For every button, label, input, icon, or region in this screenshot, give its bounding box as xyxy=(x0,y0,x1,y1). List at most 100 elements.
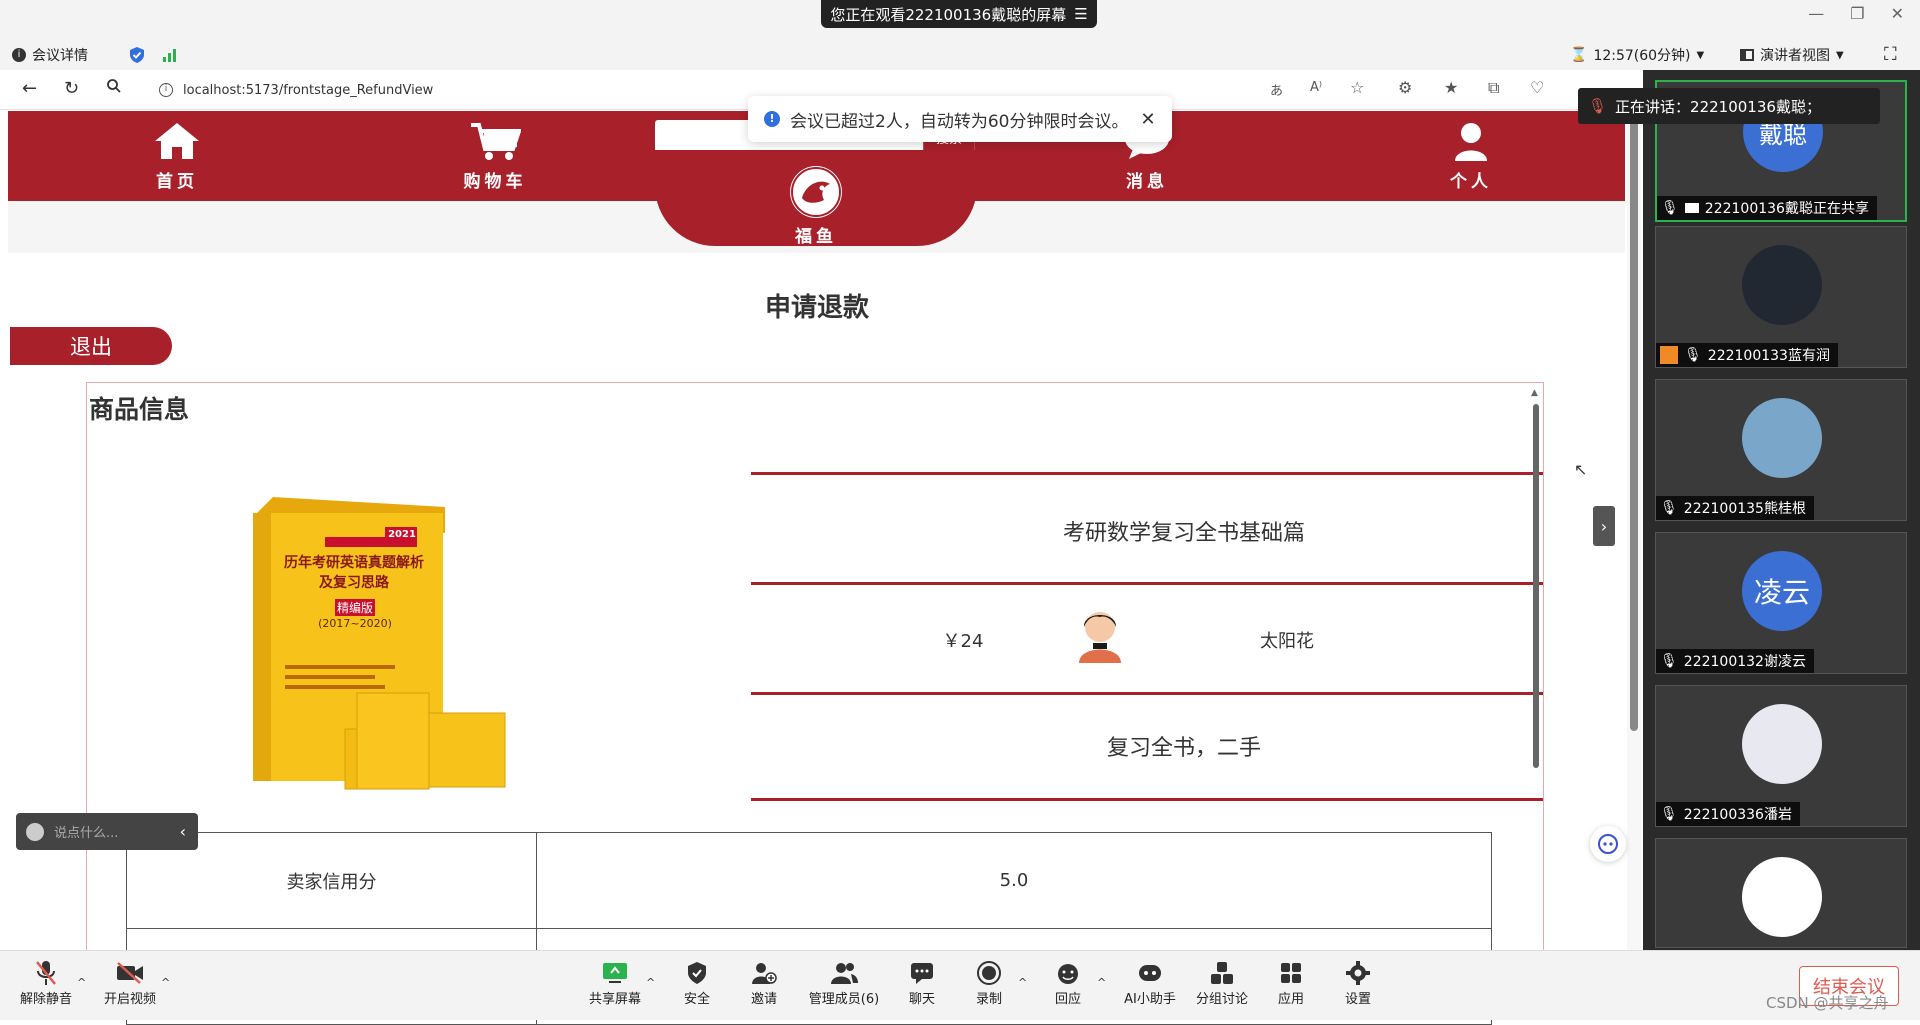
participant-tile[interactable]: 🎙 222100336潘岩 xyxy=(1655,685,1907,827)
nav-cart[interactable]: 购物车 xyxy=(450,121,540,192)
signal-icon[interactable] xyxy=(162,47,178,67)
exit-button[interactable]: 退出 xyxy=(10,327,172,365)
participant-name: 222100132谢凌云 xyxy=(1683,654,1806,670)
invite-button[interactable]: 邀请 xyxy=(724,958,804,1007)
fullscreen-icon[interactable]: ⛶ xyxy=(1884,44,1897,65)
participant-tile[interactable] xyxy=(1655,838,1907,948)
translate-icon[interactable]: あ xyxy=(1270,80,1283,99)
seller-name: 太阳花 xyxy=(1260,631,1314,652)
refresh-icon[interactable]: ↻ xyxy=(64,78,79,99)
chevron-up-icon[interactable]: ^ xyxy=(77,976,86,989)
chat-quick-input[interactable]: 说点什么... ‹ xyxy=(16,813,198,850)
close-icon[interactable]: ✕ xyxy=(1140,109,1155,130)
members-label: 管理成员(6) xyxy=(808,992,880,1007)
chevron-up-icon[interactable]: ^ xyxy=(1097,976,1106,989)
meeting-info-bar: i 会议详情 ⌛ 12:57(60分钟) ▼ 演讲者视图 ▼ ⛶ xyxy=(0,40,1920,70)
add-user-icon xyxy=(724,958,804,988)
heart-icon[interactable]: ♡ xyxy=(1530,78,1544,97)
minimize-icon[interactable]: — xyxy=(1808,4,1824,23)
breakout-button[interactable]: 分组讨论 xyxy=(1182,958,1262,1007)
extensions-icon[interactable]: ⚙ xyxy=(1398,78,1412,97)
share-screen-button[interactable]: 共享屏幕 xyxy=(575,958,655,1007)
fish-logo-icon[interactable] xyxy=(790,166,842,218)
meeting-info[interactable]: i 会议详情 xyxy=(12,45,88,65)
record-label: 录制 xyxy=(975,992,1002,1007)
logo-label: 福鱼 xyxy=(795,227,837,247)
shield-icon[interactable] xyxy=(128,46,146,68)
back-icon[interactable]: ← xyxy=(22,78,37,99)
panel-toggle-chevron-right-icon[interactable]: › xyxy=(1593,506,1615,546)
mic-muted-icon: 🎙 xyxy=(1660,653,1678,669)
menu-icon[interactable]: ☰ xyxy=(1074,5,1087,23)
settings-label: 设置 xyxy=(1344,992,1371,1007)
reaction-button[interactable]: 回应 xyxy=(1028,958,1108,1007)
layout-icon xyxy=(1740,49,1754,61)
collapse-chevron-left-icon[interactable]: ‹ xyxy=(168,822,198,841)
unmute-label: 解除静音 xyxy=(19,992,72,1007)
favorite-star-icon[interactable]: ☆ xyxy=(1350,78,1364,97)
participant-avatar: 凌云 xyxy=(1742,551,1822,631)
product-name: 考研数学复习全书基础篇 xyxy=(1062,521,1305,546)
chat-placeholder: 说点什么... xyxy=(54,826,119,841)
emoji-icon[interactable] xyxy=(26,822,44,841)
url-text: localhost:5173/frontstage_RefundView xyxy=(183,82,434,98)
page-title: 申请退款 xyxy=(764,293,869,323)
manage-members-button[interactable]: 管理成员(6) xyxy=(800,958,888,1007)
view-switcher[interactable]: 演讲者视图 ▼ xyxy=(1740,45,1844,65)
unmute-button[interactable]: 解除静音 xyxy=(6,958,86,1007)
mic-muted-icon: 🎙 xyxy=(1660,806,1678,822)
participant-name-bar: 🎙 222100135熊桂根 xyxy=(1656,496,1814,520)
chevron-down-icon: ▼ xyxy=(1696,49,1705,61)
participant-name-bar: 🎙 222100136戴聪正在共享 xyxy=(1657,196,1877,220)
window-controls: — ❐ ✕ xyxy=(1808,4,1904,23)
mic-muted-icon xyxy=(6,958,86,988)
watching-text: 您正在观看222100136戴聪的屏幕 xyxy=(830,5,1067,24)
favorites-icon[interactable]: ★ xyxy=(1444,78,1458,97)
product-image: 历年考研英语真题解析及复习思路 精编版 (2017~2020) 2021 xyxy=(245,493,535,793)
video-label: 开启视频 xyxy=(103,992,156,1007)
meeting-timer[interactable]: ⌛ 12:57(60分钟) ▼ xyxy=(1570,45,1704,65)
page-scrollbar-thumb[interactable] xyxy=(1630,111,1638,731)
restore-icon[interactable]: ❐ xyxy=(1850,4,1864,23)
settings-button[interactable]: 设置 xyxy=(1318,958,1398,1007)
book-years: (2017~2020) xyxy=(318,617,392,630)
chevron-down-icon: ▼ xyxy=(1836,49,1844,61)
camera-off-icon xyxy=(90,958,170,988)
site-info-icon[interactable]: i xyxy=(159,83,173,97)
table-row: 卖家信用分 5.0 xyxy=(126,832,1492,929)
mic-muted-icon: 🎙 xyxy=(1660,500,1678,516)
book-edition: 精编版 xyxy=(335,599,375,616)
chevron-up-icon[interactable]: ^ xyxy=(646,976,655,989)
participant-tile[interactable]: 🎙 222100135熊桂根 xyxy=(1655,379,1907,521)
active-speaker-banner: 🎙 正在讲话：222100136戴聪； xyxy=(1578,88,1880,124)
search-icon[interactable] xyxy=(106,78,122,98)
video-button[interactable]: 开启视频 xyxy=(90,958,170,1007)
user-icon xyxy=(1451,123,1491,165)
participant-tile[interactable]: 🎙 222100133蓝有润 xyxy=(1655,226,1907,368)
chevron-up-icon[interactable]: ^ xyxy=(161,976,170,989)
seller-avatar[interactable] xyxy=(1075,605,1125,667)
card-scrollbar-thumb[interactable] xyxy=(1533,404,1539,768)
breakout-label: 分组讨论 xyxy=(1195,992,1248,1007)
collections-icon[interactable]: ⧉ xyxy=(1488,78,1499,98)
mic-icon: 🎙 xyxy=(1661,200,1679,216)
scroll-up-icon[interactable]: ▲ xyxy=(1531,388,1538,398)
record-button[interactable]: 录制 xyxy=(949,958,1029,1007)
book-title: 历年考研英语真题解析及复习思路 xyxy=(284,555,424,591)
watching-banner[interactable]: 您正在观看222100136戴聪的屏幕 ☰ xyxy=(821,0,1097,28)
participant-name: 222100336潘岩 xyxy=(1683,807,1792,823)
close-icon[interactable]: ✕ xyxy=(1891,4,1904,23)
notice-text: 会议已超过2人，自动转为60分钟限时会议。 xyxy=(790,111,1129,132)
read-aloud-icon[interactable]: A⁾ xyxy=(1310,80,1322,95)
participant-avatar xyxy=(1742,704,1822,784)
divider xyxy=(751,582,1543,585)
reaction-hand-icon xyxy=(1028,958,1108,988)
assistant-bot-icon[interactable] xyxy=(1590,826,1626,862)
chevron-up-icon[interactable]: ^ xyxy=(1018,976,1027,989)
nav-profile[interactable]: 个人 xyxy=(1426,121,1516,192)
ai-assistant-button[interactable]: AI小助手 xyxy=(1110,958,1190,1007)
invite-label: 邀请 xyxy=(750,992,777,1007)
hourglass-icon: ⌛ xyxy=(1570,47,1588,63)
participant-tile[interactable]: 凌云 🎙 222100132谢凌云 xyxy=(1655,532,1907,674)
nav-home[interactable]: 首页 xyxy=(132,121,222,192)
